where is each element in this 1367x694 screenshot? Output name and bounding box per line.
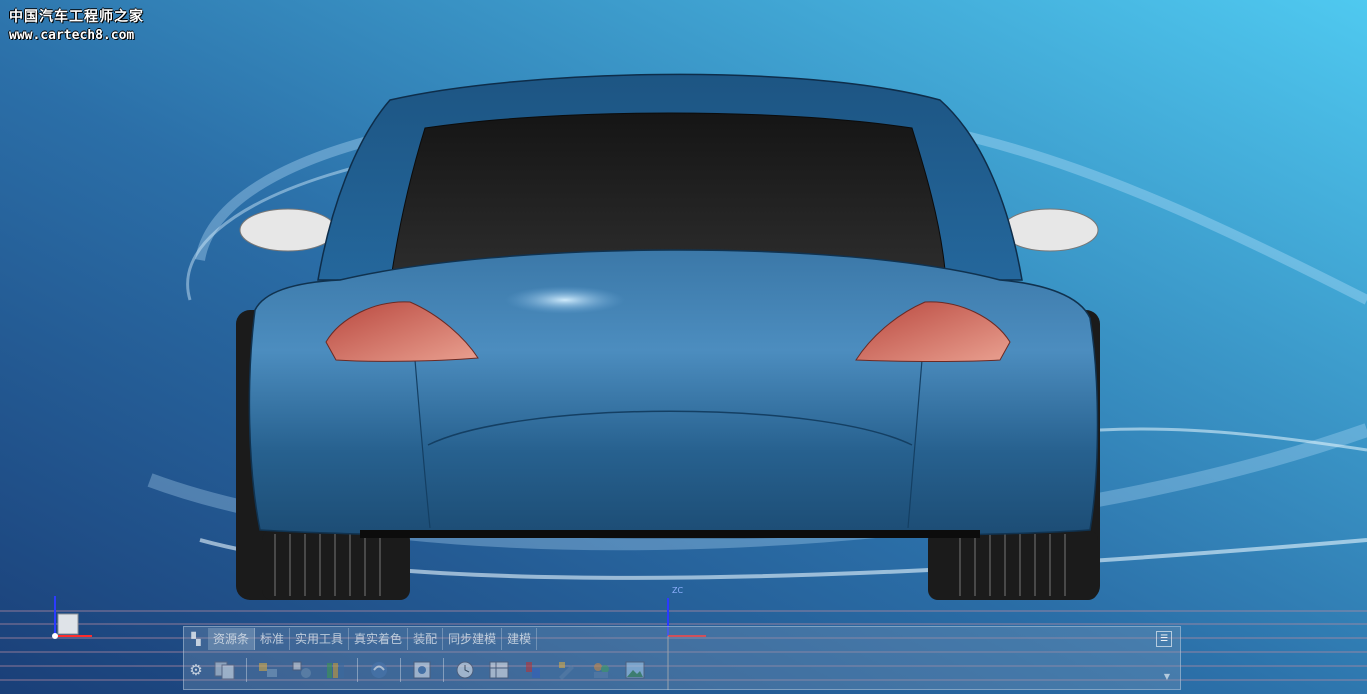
graphics-viewport[interactable] — [0, 0, 1367, 694]
users-icon[interactable] — [586, 657, 616, 683]
left-mirror — [239, 208, 337, 252]
zc-axis-label: ZC — [672, 586, 684, 595]
toolbar-separator — [357, 658, 358, 682]
tab-synchronous-modeling[interactable]: 同步建模 — [443, 628, 503, 650]
image-icon[interactable] — [620, 657, 650, 683]
gear-icon[interactable]: ⚙ — [184, 661, 208, 679]
layout-icon[interactable] — [210, 657, 240, 683]
tab-assembly[interactable]: 装配 — [408, 628, 444, 650]
ribbon-dropdown-icon[interactable]: ▼ — [1164, 672, 1170, 681]
tab-modeling[interactable]: 建模 — [502, 628, 538, 650]
ribbon-toolbar: ⚙ ▼ — [184, 653, 1180, 687]
watermark-title: 中国汽车工程师之家 — [9, 9, 144, 25]
history-clock-icon[interactable] — [450, 657, 480, 683]
paint-brush-icon[interactable] — [518, 657, 548, 683]
right-mirror — [1001, 208, 1099, 252]
information-icon[interactable] — [407, 657, 437, 683]
ribbon-options-icon[interactable]: ☰ — [1156, 631, 1172, 647]
layer-books-icon[interactable] — [321, 657, 351, 683]
watermark: 中国汽车工程师之家 www.cartech8.com — [9, 6, 144, 43]
car-model[interactable] — [236, 73, 1100, 600]
ribbon-tab-row: ▚ 资源条 标准 实用工具 真实着色 装配 同步建模 建模 ☰ — [184, 627, 1180, 651]
wave-link-icon[interactable] — [364, 657, 394, 683]
tab-resource-bar[interactable]: 资源条 — [208, 628, 256, 650]
toolbar-separator — [443, 658, 444, 682]
ribbon-handle-icon[interactable]: ▚ — [184, 627, 208, 651]
watermark-url: www.cartech8.com — [9, 28, 135, 43]
toolbar-separator — [400, 658, 401, 682]
spreadsheet-icon[interactable] — [484, 657, 514, 683]
move-to-layer-icon[interactable] — [287, 657, 317, 683]
tab-utilities[interactable]: 实用工具 — [290, 628, 350, 650]
layer-settings-icon[interactable] — [253, 657, 283, 683]
edit-object-icon[interactable] — [552, 657, 582, 683]
toolbar-separator — [246, 658, 247, 682]
tab-standard[interactable]: 标准 — [255, 628, 291, 650]
tab-true-shading[interactable]: 真实着色 — [349, 628, 409, 650]
ribbon-bar: ▚ 资源条 标准 实用工具 真实着色 装配 同步建模 建模 ☰ ⚙ ▼ — [183, 626, 1181, 690]
